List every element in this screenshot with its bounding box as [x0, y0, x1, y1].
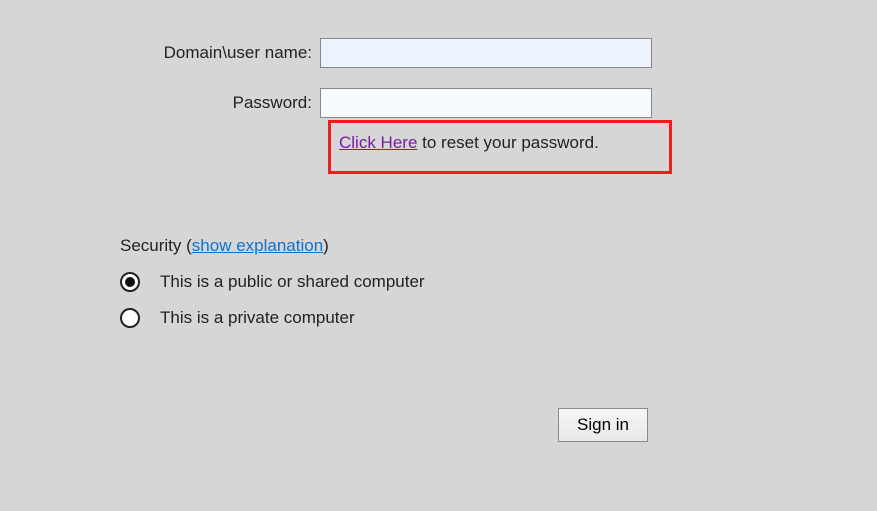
radio-public-label: This is a public or shared computer [160, 272, 425, 292]
radio-public[interactable] [120, 272, 140, 292]
reset-password-highlight: Click Here to reset your password. [328, 120, 672, 174]
radio-private-label: This is a private computer [160, 308, 355, 328]
signin-row: Sign in [558, 408, 877, 442]
login-form: Domain\user name: Password: Click Here t… [0, 0, 877, 442]
password-row: Password: [120, 88, 877, 118]
security-heading-prefix: Security ( [120, 236, 192, 255]
security-section: Security (show explanation) This is a pu… [120, 236, 877, 328]
security-heading: Security (show explanation) [120, 236, 877, 256]
reset-password-link[interactable]: Click Here [339, 133, 417, 152]
username-input[interactable] [320, 38, 652, 68]
radio-private-row: This is a private computer [120, 308, 877, 328]
password-input[interactable] [320, 88, 652, 118]
reset-password-text: to reset your password. [417, 133, 598, 152]
security-heading-suffix: ) [323, 236, 329, 255]
radio-private[interactable] [120, 308, 140, 328]
username-label: Domain\user name: [120, 43, 320, 63]
show-explanation-link[interactable]: show explanation [192, 236, 323, 255]
radio-selected-icon [125, 277, 135, 287]
password-label: Password: [120, 93, 320, 113]
signin-button[interactable]: Sign in [558, 408, 648, 442]
username-row: Domain\user name: [120, 38, 877, 68]
radio-public-row: This is a public or shared computer [120, 272, 877, 292]
